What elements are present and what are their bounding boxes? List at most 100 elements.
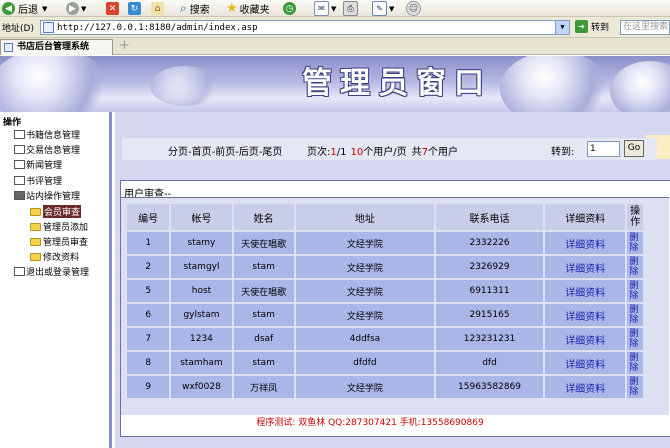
delete-link[interactable]: 删除 (627, 304, 643, 326)
back-button[interactable]: ◀ 后退 ▼ (2, 1, 47, 16)
page-icon (4, 43, 13, 52)
delete-link[interactable]: 删除 (627, 328, 643, 350)
forward-button[interactable]: ▶ ▼ (66, 1, 86, 16)
search-button[interactable]: ⌕ 搜索 (180, 1, 210, 16)
detail-link[interactable]: 详细资料 (545, 352, 626, 374)
cell-name: stam (233, 352, 294, 374)
pager-nav[interactable]: 分页-首页-前页-后页-尾页 (168, 143, 282, 158)
print-icon: ⎙ (343, 1, 358, 16)
back-label: 后退 (18, 5, 38, 16)
cell-address: 文经学院 (295, 232, 435, 254)
document-icon (14, 267, 25, 276)
sidebar-item-site-ops[interactable]: 站内操作管理 (14, 189, 80, 202)
header-id: 编号 (127, 204, 170, 230)
search-box[interactable]: 在这里搜索 (620, 20, 670, 35)
folder-icon (30, 237, 41, 246)
favorites-button[interactable]: ★ 收藏夹 (226, 1, 270, 16)
header-address: 地址 (295, 204, 435, 230)
url-input[interactable]: http://127.0.0.1:8180/admin/index.asp ▼ (40, 20, 570, 35)
table-row: 1 stamy 天使在唱歌 文经学院 2332226 详细资料 删除 (127, 232, 643, 254)
per-page-suffix: 个用户/页 (363, 147, 407, 158)
delete-link[interactable]: 删除 (627, 352, 643, 374)
dropdown-arrow-icon: ▼ (81, 4, 87, 13)
detail-link[interactable]: 详细资料 (545, 280, 626, 302)
delete-link[interactable]: 删除 (627, 232, 643, 254)
main-content: 分页-首页-前页-后页-尾页 页次: 1/1 10个用户/页 共 7 个用户 转到: 1 … (115, 112, 670, 448)
sidebar-item-admin-add[interactable]: 管理员添加 (30, 220, 88, 233)
history-button[interactable]: ◷ (283, 1, 296, 16)
url-text: http://127.0.0.1:8180/admin/index.asp (57, 23, 258, 33)
go-page-button[interactable]: Go (624, 140, 644, 157)
decorative-bubble (500, 56, 610, 112)
sidebar-item-member-review[interactable]: 会员审查 (30, 205, 82, 218)
header-detail: 详细资料 (545, 204, 626, 230)
forward-arrow-icon: ▶ (66, 2, 79, 15)
header-phone: 联系电话 (436, 204, 544, 230)
delete-link[interactable]: 删除 (627, 376, 643, 398)
sidebar-item-trade-info[interactable]: 交易信息管理 (14, 143, 80, 156)
delete-link[interactable]: 删除 (627, 256, 643, 278)
detail-link[interactable]: 详细资料 (545, 304, 626, 326)
sidebar-item-admin-review[interactable]: 管理员审查 (30, 235, 88, 248)
banner-title: 管理员窗口 (302, 66, 492, 101)
sidebar-item-news[interactable]: 新闻管理 (14, 158, 62, 171)
detail-link[interactable]: 详细资料 (545, 376, 626, 398)
delete-link[interactable]: 删除 (627, 280, 643, 302)
cell-account: wxf0028 (171, 376, 232, 398)
home-button[interactable]: ⌂ (151, 1, 164, 16)
stop-button[interactable]: ✕ (106, 1, 119, 16)
detail-link[interactable]: 详细资料 (545, 232, 626, 254)
header-name: 姓名 (233, 204, 294, 230)
user-table: 编号 帐号 姓名 地址 联系电话 详细资料 操作 1 stamy 天使在唱歌 文… (125, 202, 645, 400)
goto-value: 1 (590, 144, 596, 154)
detail-link[interactable]: 详细资料 (545, 328, 626, 350)
url-dropdown-icon[interactable]: ▼ (555, 21, 569, 34)
new-tab-icon[interactable]: + (119, 38, 130, 53)
cell-phone: dfd (436, 352, 544, 374)
go-button[interactable]: ➜ 转到 (575, 20, 609, 33)
table-row: 5 host 天使在唱歌 文经学院 6911311 详细资料 删除 (127, 280, 643, 302)
header-op: 操作 (627, 204, 643, 230)
sidebar-item-label: 管理员添加 (43, 223, 89, 233)
cell-id: 5 (127, 280, 170, 302)
history-icon: ◷ (283, 2, 296, 15)
tab-admin[interactable]: 书店后台管理系统 (0, 39, 113, 55)
sidebar-item-reviews[interactable]: 书评管理 (14, 174, 62, 187)
edit-button[interactable]: ✎ ▼ (372, 1, 394, 16)
dropdown-arrow-icon: ▼ (389, 4, 395, 13)
goto-input[interactable]: 1 (587, 141, 620, 157)
sidebar-item-label: 管理员审查 (43, 238, 89, 248)
cell-name: 万祥凤 (233, 376, 294, 398)
folder-icon (30, 252, 41, 261)
refresh-button[interactable]: ↻ (128, 1, 141, 16)
sidebar-item-label: 退出或登录管理 (26, 268, 90, 278)
sidebar-item-label: 书籍信息管理 (26, 131, 81, 141)
address-label: 地址(D) (2, 24, 34, 34)
mail-button[interactable]: ✉ ▼ (314, 1, 336, 16)
tab-bar: 书店后台管理系统 + (0, 38, 670, 55)
per-page-num: 10 (350, 147, 364, 158)
cell-address: 文经学院 (295, 256, 435, 278)
search-icon: ⌕ (180, 1, 187, 15)
table-row: 8 stamham stam dfdfd dfd 详细资料 删除 (127, 352, 643, 374)
user-review-panel: 用户审查-- 编号 帐号 姓名 地址 联系电话 详细资料 操作 1 stamy … (120, 180, 670, 437)
sidebar-root: 操作 (3, 118, 22, 128)
sidebar: 操作 书籍信息管理 交易信息管理 新闻管理 书评管理 站内操作管理 会员审查 管… (0, 112, 112, 448)
document-icon (14, 145, 25, 154)
sidebar-item-book-info[interactable]: 书籍信息管理 (14, 128, 80, 141)
messenger-button[interactable]: ☺ (406, 1, 421, 16)
document-open-icon (14, 191, 25, 200)
detail-link[interactable]: 详细资料 (545, 256, 626, 278)
pager-bar: 分页-首页-前页-后页-尾页 页次:1/1 10个用户/页 共7个用户 转到: 1 … (122, 138, 657, 160)
document-icon (14, 160, 25, 169)
tab-title: 书店后台管理系统 (17, 42, 90, 52)
sidebar-item-edit-profile[interactable]: 修改资料 (30, 250, 79, 263)
sidebar-item-logout[interactable]: 退出或登录管理 (14, 265, 89, 278)
sidebar-item-label: 书评管理 (26, 177, 63, 187)
cell-phone: 15963582869 (436, 376, 544, 398)
header-banner: 管理员窗口 (0, 56, 670, 112)
print-button[interactable]: ⎙ (343, 1, 358, 16)
page-prefix: 页次: (307, 147, 331, 158)
cell-id: 8 (127, 352, 170, 374)
table-row: 7 1234 dsaf 4ddfsa 123231231 详细资料 删除 (127, 328, 643, 350)
